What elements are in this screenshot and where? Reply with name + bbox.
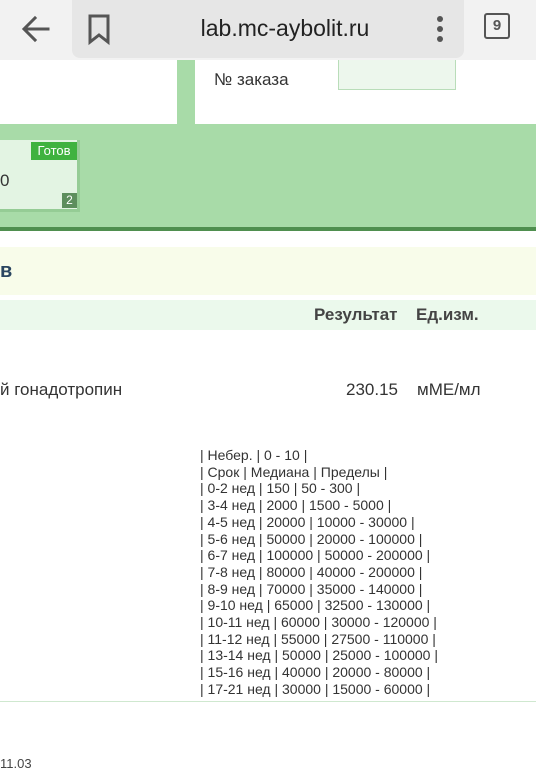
- order-number-label: № заказа: [214, 70, 289, 89]
- page-content: № заказа Готов 0 2 в Результат Ед.изм. й…: [0, 60, 536, 771]
- test-unit: мМЕ/мл: [417, 380, 481, 399]
- reference-line: | Срок | Медиана | Пределы |: [200, 463, 388, 480]
- reference-line: | 15-16 нед | 40000 | 20000 - 80000 |: [200, 664, 431, 681]
- table-header: Результат Ед.изм.: [0, 300, 536, 330]
- reference-line: | 9-10 нед | 65000 | 32500 - 130000 |: [200, 597, 431, 614]
- reference-line: | 17-21 нед | 30000 | 15000 - 60000 |: [200, 680, 431, 697]
- upper-left-panel: [0, 68, 177, 131]
- reference-line: | Небер. | 0 - 10 |: [200, 447, 308, 463]
- reference-line: | 6-7 нед | 100000 | 50000 - 200000 |: [200, 547, 431, 564]
- reference-line: | 13-14 нед | 50000 | 25000 - 100000 |: [200, 647, 438, 664]
- column-header-unit: Ед.изм.: [416, 305, 479, 324]
- reference-ranges: | Небер. | 0 - 10 | | Срок | Медиана | П…: [200, 447, 480, 698]
- reference-line: | 7-8 нед | 80000 | 40000 - 200000 |: [200, 563, 423, 580]
- reference-line: | 3-4 нед | 2000 | 1500 - 5000 |: [200, 497, 392, 514]
- test-name: й гонадотропин: [0, 380, 123, 399]
- order-number-input[interactable]: [338, 60, 456, 90]
- order-card-value: 0: [0, 171, 10, 190]
- browser-toolbar: lab.mc-aybolit.ru 9: [0, 0, 536, 60]
- order-card-count-badge: 2: [62, 193, 77, 208]
- section-title: в: [0, 260, 13, 282]
- green-divider: [177, 60, 195, 126]
- test-result-value: 230.15: [346, 380, 398, 399]
- orders-strip: [0, 124, 536, 231]
- kebab-menu-icon[interactable]: [428, 12, 452, 46]
- reference-line: | 10-11 нед | 60000 | 30000 - 120000 |: [200, 614, 437, 631]
- column-header-result: Результат: [314, 305, 398, 324]
- reference-line: | 8-9 нед | 70000 | 35000 - 140000 |: [200, 580, 423, 597]
- back-arrow-icon[interactable]: [18, 12, 54, 46]
- section-header: в: [0, 247, 536, 295]
- url-text[interactable]: lab.mc-aybolit.ru: [140, 10, 430, 46]
- reference-line: | 11-12 нед | 55000 | 27500 - 110000 |: [200, 630, 436, 647]
- reference-line: | 4-5 нед | 20000 | 10000 - 30000 |: [200, 513, 415, 530]
- reference-line: | 0-2 нед | 150 | 50 - 300 |: [200, 480, 361, 497]
- tabs-icon[interactable]: 9: [484, 13, 510, 39]
- bookmark-icon[interactable]: [86, 12, 112, 46]
- reference-line: | 5-6 нед | 50000 | 20000 - 100000 |: [200, 530, 423, 547]
- row-divider: [0, 701, 536, 702]
- status-badge: Готов: [31, 142, 77, 160]
